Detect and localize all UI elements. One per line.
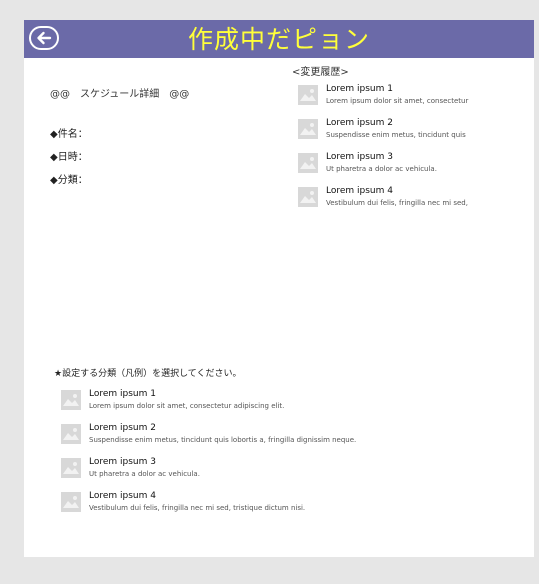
history-item-title: Lorem ipsum 4 xyxy=(326,186,393,196)
legend-item-subtitle: Suspendisse enim metus, tincidunt quis l… xyxy=(89,436,357,444)
history-item[interactable]: Lorem ipsum 4 Vestibulum dui felis, frin… xyxy=(298,186,528,220)
legend-item-title: Lorem ipsum 3 xyxy=(89,457,156,467)
history-item[interactable]: Lorem ipsum 3 Ut pharetra a dolor ac veh… xyxy=(298,152,528,186)
field-subject: ◆件名： xyxy=(50,129,88,140)
legend-item-title: Lorem ipsum 2 xyxy=(89,423,156,433)
title-bar: 作成中だピョン xyxy=(24,20,534,58)
schedule-heading: @@ スケジュール詳細 @@ xyxy=(50,89,190,100)
image-placeholder-icon xyxy=(61,390,81,410)
legend-item-subtitle: Vestibulum dui felis, fringilla nec mi s… xyxy=(89,504,306,512)
image-placeholder-icon xyxy=(61,424,81,444)
image-placeholder-icon xyxy=(61,458,81,478)
history-list: Lorem ipsum 1 Lorem ipsum dolor sit amet… xyxy=(298,84,528,220)
app-window: 作成中だピョン @@ スケジュール詳細 @@ ◆件名： ◆日時： ◆分類： <変… xyxy=(24,20,534,557)
history-item-title: Lorem ipsum 1 xyxy=(326,84,393,94)
legend-item[interactable]: Lorem ipsum 2 Suspendisse enim metus, ti… xyxy=(61,423,501,457)
legend-item-subtitle: Lorem ipsum dolor sit amet, consectetur … xyxy=(89,402,285,410)
history-header: <変更履歴> xyxy=(292,67,349,78)
schedule-fields: ◆件名： ◆日時： ◆分類： xyxy=(50,129,88,198)
legend-item-subtitle: Ut pharetra a dolor ac vehicula. xyxy=(89,470,200,478)
legend-item[interactable]: Lorem ipsum 4 Vestibulum dui felis, frin… xyxy=(61,491,501,525)
history-item[interactable]: Lorem ipsum 1 Lorem ipsum dolor sit amet… xyxy=(298,84,528,118)
legend-item-title: Lorem ipsum 4 xyxy=(89,491,156,501)
image-placeholder-icon xyxy=(61,492,81,512)
image-placeholder-icon xyxy=(298,119,318,139)
legend-item[interactable]: Lorem ipsum 1 Lorem ipsum dolor sit amet… xyxy=(61,389,501,423)
history-item-title: Lorem ipsum 3 xyxy=(326,152,393,162)
page-title: 作成中だピョン xyxy=(187,25,370,54)
history-item-title: Lorem ipsum 2 xyxy=(326,118,393,128)
history-item-subtitle: Suspendisse enim metus, tincidunt quis xyxy=(326,131,466,139)
history-item-subtitle: Vestibulum dui felis, fringilla nec mi s… xyxy=(326,199,468,207)
image-placeholder-icon xyxy=(298,153,318,173)
image-placeholder-icon xyxy=(298,85,318,105)
field-datetime: ◆日時： xyxy=(50,152,88,163)
field-category: ◆分類： xyxy=(50,175,88,186)
history-item[interactable]: Lorem ipsum 2 Suspendisse enim metus, ti… xyxy=(298,118,528,152)
legend-list: Lorem ipsum 1 Lorem ipsum dolor sit amet… xyxy=(61,389,501,525)
legend-item-title: Lorem ipsum 1 xyxy=(89,389,156,399)
image-placeholder-icon xyxy=(298,187,318,207)
legend-item[interactable]: Lorem ipsum 3 Ut pharetra a dolor ac veh… xyxy=(61,457,501,491)
history-item-subtitle: Ut pharetra a dolor ac vehicula. xyxy=(326,165,437,173)
history-item-subtitle: Lorem ipsum dolor sit amet, consectetur xyxy=(326,97,469,105)
legend-instruction: ★設定する分類（凡例）を選択してください。 xyxy=(54,369,242,379)
